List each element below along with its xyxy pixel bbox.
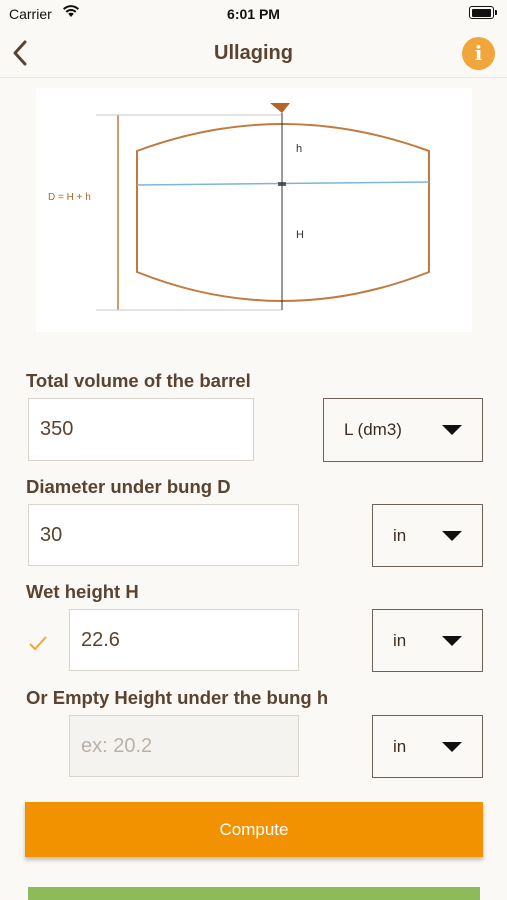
diagram-formula: D = H + h	[48, 192, 91, 203]
barrel-diagram-svg: D = H + h h H	[48, 103, 430, 311]
total-volume-input[interactable]	[28, 398, 254, 461]
volume-unit-value: L (dm3)	[344, 420, 402, 439]
caret-down-icon	[442, 635, 462, 646]
info-icon: i	[474, 41, 483, 65]
barrel-outline	[136, 123, 430, 302]
checkmark-icon	[29, 636, 47, 651]
total-volume-label: Total volume of the barrel	[26, 370, 251, 391]
empty-height-input[interactable]	[69, 715, 299, 777]
result-bar[interactable]	[28, 887, 480, 900]
status-bar: Carrier 6:01 PM	[0, 0, 507, 28]
wet-height-label: Wet height H	[26, 581, 139, 602]
wet-height-unit-select[interactable]: in	[372, 609, 483, 672]
caret-down-icon	[442, 425, 462, 435]
diameter-label: Diameter under bung D	[26, 476, 231, 497]
empty-height-label: Or Empty Height under the bung h	[26, 687, 329, 708]
wet-height-input[interactable]	[69, 609, 299, 671]
caret-down-icon	[442, 530, 462, 541]
diameter-unit-select[interactable]: in	[372, 504, 483, 567]
compute-button[interactable]: Compute	[25, 802, 483, 857]
battery-icon	[469, 6, 497, 19]
barrel-diagram: D = H + h h H	[36, 88, 472, 332]
diagram-label-h: h	[296, 143, 302, 155]
bung-icon	[270, 103, 290, 113]
volume-unit-select[interactable]: L (dm3)	[323, 398, 483, 462]
diagram-label-H: H	[296, 229, 304, 241]
page-title: Ullaging	[214, 42, 293, 64]
caret-down-icon	[442, 741, 462, 752]
info-button[interactable]: i	[462, 37, 495, 70]
clock: 6:01 PM	[227, 6, 280, 22]
navigation-bar: Ullaging i	[0, 28, 507, 78]
diameter-unit-value: in	[393, 525, 407, 545]
empty-height-unit-value: in	[393, 736, 407, 756]
empty-height-unit-select[interactable]: in	[372, 715, 483, 778]
wet-height-unit-value: in	[393, 630, 407, 650]
diameter-input[interactable]	[28, 504, 299, 566]
